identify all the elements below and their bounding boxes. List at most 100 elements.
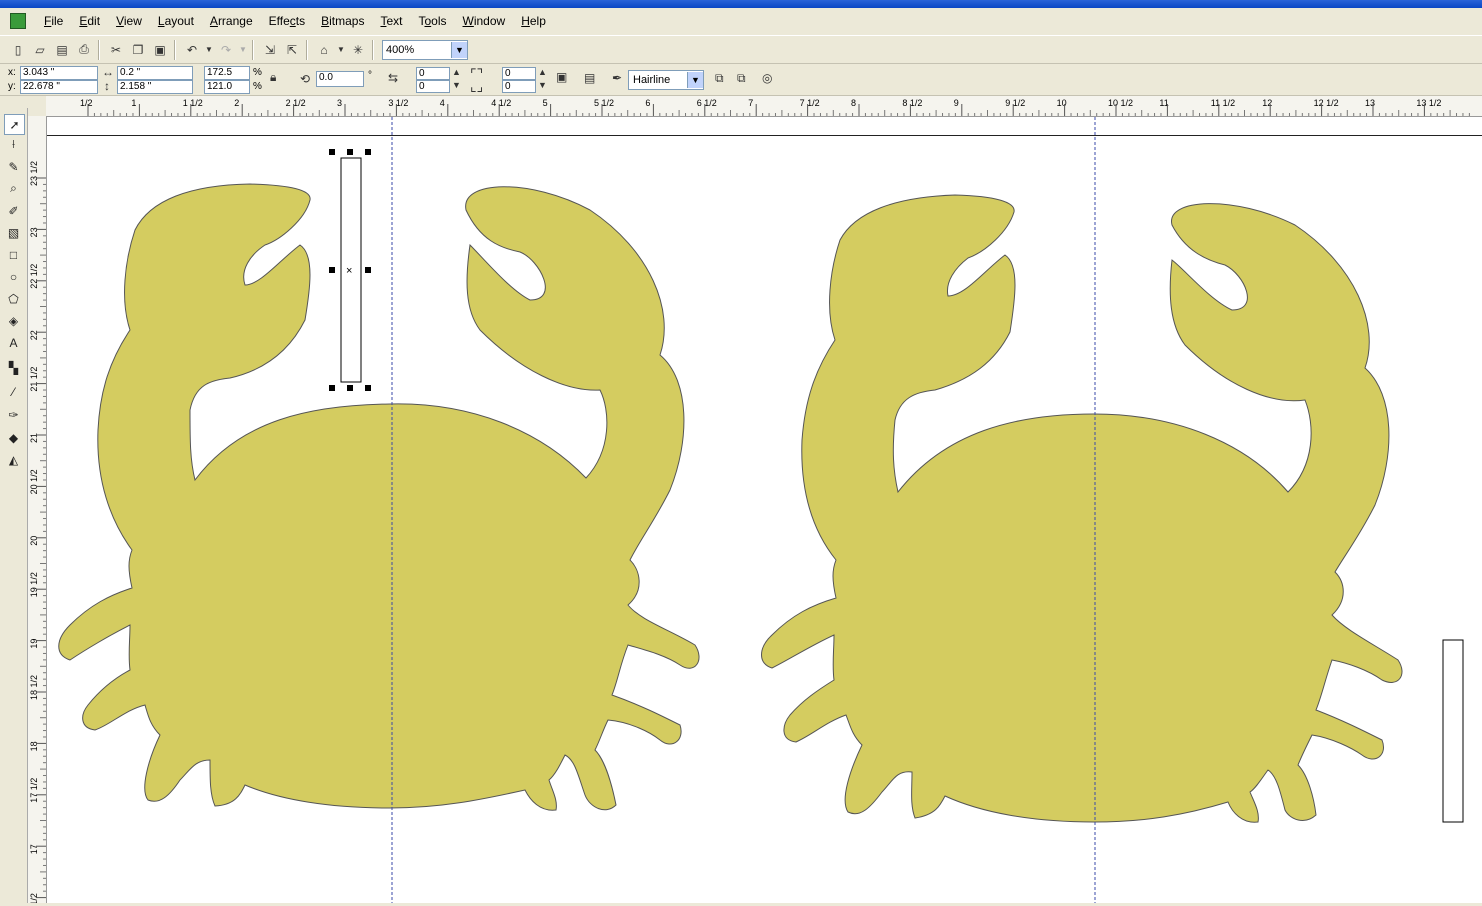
interactive-blend-tool-icon[interactable]: ▚ (4, 358, 23, 377)
selected-rectangle[interactable]: × (329, 149, 371, 391)
selection-handle[interactable] (365, 267, 371, 273)
selection-handle[interactable] (347, 385, 353, 391)
copy-icon[interactable]: ❐ (128, 40, 148, 60)
ruler-label: 4 (440, 98, 445, 108)
spin-down-icon[interactable]: ▼ (452, 78, 461, 92)
polygon-tool-icon[interactable]: ⬠ (4, 289, 23, 308)
lock-ratio-icon[interactable]: 🔒︎ (270, 70, 276, 84)
freehand-tool-icon[interactable]: ✐ (4, 201, 23, 220)
application-launcher-icon[interactable]: ⌂ (314, 40, 334, 60)
menu-help[interactable]: Help (513, 14, 554, 28)
separator (306, 39, 308, 60)
horizontal-ruler[interactable]: 1/2 1 1 1/2 2 2 1/2 3 3 1/2 4 4 1/2 5 5 1/2 6 6 1/2 7… (28, 96, 1482, 117)
standard-toolbar: ▯ ▱ ▤ ⎙ ✂ ❐ ▣ ↶ ▼ ↷ ▼ ⇲ ⇱ ⌂ ▼ ✳ 400% ▼ (0, 35, 1482, 64)
menu-file[interactable]: File (36, 14, 71, 28)
menu-view[interactable]: View (108, 14, 150, 28)
ruler-label: 20 1/2 (29, 469, 39, 494)
y-position-input[interactable]: 22.678 " (20, 80, 98, 94)
print-icon[interactable]: ⎙ (74, 40, 94, 60)
chevron-down-icon[interactable]: ▼ (451, 41, 467, 58)
pick-tool-icon[interactable]: ➚ (4, 114, 25, 135)
coreldraw-logo-icon[interactable] (10, 13, 26, 29)
zoom-tool-icon[interactable]: ⌕ (4, 179, 23, 198)
menu-layout[interactable]: Layout (150, 14, 202, 28)
corner-roundness-1-input[interactable]: 0 (416, 67, 450, 80)
menu-effects[interactable]: Effects (261, 14, 313, 28)
selection-handle[interactable] (365, 149, 371, 155)
rectangle-tool-icon[interactable]: □ (4, 245, 23, 264)
ruler-label: 23 1/2 (29, 161, 39, 186)
zoom-level-select[interactable]: 400% ▼ (382, 39, 468, 60)
crop-tool-icon[interactable]: ✎ (4, 157, 23, 176)
scale-y-input[interactable]: 121.0 (204, 80, 250, 94)
corel-online-icon[interactable]: ✳ (348, 40, 368, 60)
spin-up-icon[interactable]: ▲ (538, 65, 547, 79)
corner-roundness-3-input[interactable]: 0 (502, 67, 536, 80)
open-icon[interactable]: ▱ (30, 40, 50, 60)
vertical-ruler[interactable]: 23 1/2 23 22 1/2 22 21 1/2 21 20 1/2 20 19 1/2 19… (28, 116, 47, 906)
ruler-label: 5 (543, 98, 548, 108)
wrap-text-icon[interactable]: ▤ (584, 71, 595, 85)
redo-dropdown-icon[interactable]: ▼ (238, 40, 248, 60)
spin-down-icon[interactable]: ▼ (538, 78, 547, 92)
percent-label: % (253, 67, 262, 78)
menu-bitmaps[interactable]: Bitmaps (313, 14, 372, 28)
ruler-label: 17 1/2 (29, 778, 39, 803)
ellipse-tool-icon[interactable]: ○ (4, 267, 23, 286)
outline-tool-icon[interactable]: ✑ (4, 405, 23, 424)
new-icon[interactable]: ▯ (8, 40, 28, 60)
toolbox: ➚ ⟊ ✎ ⌕ ✐ ▧ □ ○ ⬠ ◈ A ▚ ⁄ ✑ ◆ ◭ (0, 108, 28, 903)
height-input[interactable]: 2.158 " (117, 80, 193, 94)
to-front-icon[interactable]: ⧉ (715, 71, 724, 85)
width-input[interactable]: 0.2 " (117, 66, 193, 80)
shape-tool-icon[interactable]: ⟊ (4, 135, 23, 154)
center-mark-icon: × (346, 265, 352, 277)
export-icon[interactable]: ⇱ (282, 40, 302, 60)
smart-fill-tool-icon[interactable]: ▧ (4, 223, 23, 242)
crab-right[interactable] (761, 194, 1403, 823)
redo-icon[interactable]: ↷ (216, 40, 236, 60)
rotation-input[interactable]: 0.0 (316, 71, 364, 87)
ruler-corner[interactable] (28, 96, 46, 116)
drawing-canvas[interactable]: × (47, 117, 1482, 903)
rectangle-object[interactable] (1442, 639, 1464, 823)
menu-window[interactable]: Window (455, 14, 514, 28)
save-icon[interactable]: ▤ (52, 40, 72, 60)
to-back-icon[interactable]: ⧉ (737, 71, 746, 85)
undo-icon[interactable]: ↶ (182, 40, 202, 60)
interactive-fill-tool-icon[interactable]: ◭ (4, 450, 23, 469)
menu-edit[interactable]: Edit (71, 14, 108, 28)
selection-handle[interactable] (365, 385, 371, 391)
scale-x-input[interactable]: 172.5 (204, 66, 250, 80)
corner-roundness-4-input[interactable]: 0 (502, 80, 536, 93)
fill-tool-icon[interactable]: ◆ (4, 428, 23, 447)
paste-icon[interactable]: ▣ (150, 40, 170, 60)
zoom-level-value: 400% (386, 43, 415, 56)
ruler-label: 1/2 (80, 98, 93, 108)
basic-shapes-tool-icon[interactable]: ◈ (4, 311, 23, 330)
cut-icon[interactable]: ✂ (106, 40, 126, 60)
menu-arrange[interactable]: Arrange (202, 14, 261, 28)
outline-width-select[interactable]: Hairline ▼ (628, 70, 704, 90)
selection-handle[interactable] (329, 149, 335, 155)
menu-text[interactable]: Text (372, 14, 410, 28)
import-icon[interactable]: ⇲ (260, 40, 280, 60)
selection-handle[interactable] (329, 385, 335, 391)
chevron-down-icon[interactable]: ▼ (687, 72, 703, 88)
x-position-input[interactable]: 3.043 " (20, 66, 98, 80)
ruler-label: 9 (954, 98, 959, 108)
undo-dropdown-icon[interactable]: ▼ (204, 40, 214, 60)
convert-to-curves-icon[interactable]: ◎ (762, 71, 772, 85)
crab-left[interactable] (58, 183, 700, 811)
selection-handle[interactable] (347, 149, 353, 155)
menu-tools[interactable]: Tools (410, 14, 454, 28)
mirror-icon[interactable]: ⇆ (388, 71, 398, 85)
selection-handle[interactable] (329, 267, 335, 273)
spin-up-icon[interactable]: ▲ (452, 65, 461, 79)
lock-corners-icon[interactable]: ▣ (556, 70, 567, 84)
corner-roundness-2-input[interactable]: 0 (416, 80, 450, 93)
text-tool-icon[interactable]: A (4, 333, 23, 352)
launcher-dropdown-icon[interactable]: ▼ (336, 40, 346, 60)
eyedropper-tool-icon[interactable]: ⁄ (4, 382, 23, 401)
percent-label: % (253, 81, 262, 92)
